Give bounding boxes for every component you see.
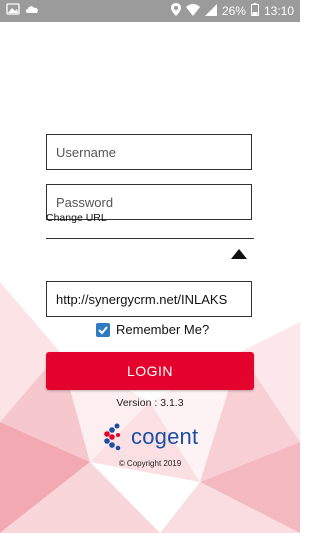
location-icon	[170, 3, 181, 19]
remember-me-label[interactable]: Remember Me?	[116, 322, 209, 337]
cloud-icon	[24, 3, 40, 18]
remember-me[interactable]: Remember Me?	[96, 322, 209, 337]
url-input[interactable]	[56, 282, 242, 316]
cogent-logo: cogent	[100, 423, 198, 451]
cogent-logo-mark-icon	[104, 423, 121, 451]
status-bar: 26% 13:10	[0, 0, 300, 22]
signal-icon	[204, 3, 217, 19]
status-bar-left	[6, 3, 40, 18]
change-url-label[interactable]: Change URL	[46, 212, 107, 224]
remember-me-checkbox[interactable]	[96, 322, 110, 337]
checkmark-icon	[98, 325, 108, 334]
username-input[interactable]	[56, 135, 242, 169]
battery-icon	[250, 3, 259, 19]
url-field[interactable]	[46, 281, 252, 317]
photo-icon	[6, 3, 20, 18]
battery-percent: 26%	[221, 4, 246, 18]
cogent-logo-text: cogent	[131, 424, 199, 449]
username-field[interactable]	[46, 134, 252, 170]
clock: 13:10	[263, 4, 294, 18]
status-bar-right: 26% 13:10	[170, 3, 294, 19]
collapse-url-toggle[interactable]	[230, 247, 248, 259]
background-pattern	[0, 282, 300, 533]
copyright-text: © Copyright 2019	[118, 459, 182, 468]
login-button[interactable]: LOGIN	[46, 352, 254, 390]
wifi-icon	[185, 3, 200, 19]
triangle-up-icon	[231, 249, 247, 259]
version-text: Version : 3.1.3	[116, 397, 184, 409]
change-url-divider	[46, 238, 254, 239]
